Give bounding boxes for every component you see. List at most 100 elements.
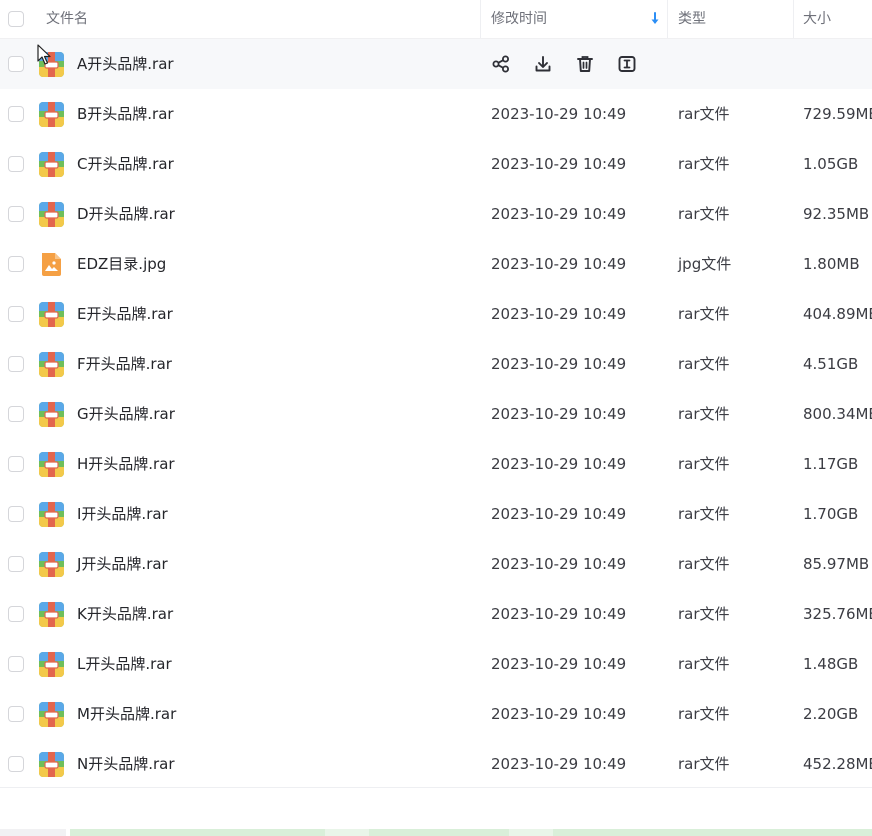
file-type: rar文件 <box>678 305 730 323</box>
file-name[interactable]: E开头品牌.rar <box>77 289 173 339</box>
row-checkbox[interactable] <box>8 406 24 422</box>
scrollbar-track[interactable] <box>509 829 553 836</box>
table-header: 文件名 修改时间 类型 大小 <box>0 0 872 39</box>
file-type: rar文件 <box>678 605 730 623</box>
file-name[interactable]: EDZ目录.jpg <box>77 239 166 289</box>
modified-date: 2023-10-29 10:49 <box>491 755 627 773</box>
row-checkbox[interactable] <box>8 106 24 122</box>
file-type: jpg文件 <box>678 255 732 273</box>
modified-date: 2023-10-29 10:49 <box>491 155 627 173</box>
rename-icon[interactable] <box>615 52 639 76</box>
file-row[interactable]: C开头品牌.rar 2023-10-29 10:49 rar文件 1.05GB <box>0 139 872 189</box>
archive-file-icon <box>39 152 64 177</box>
row-checkbox[interactable] <box>8 556 24 572</box>
file-name[interactable]: N开头品牌.rar <box>77 739 175 789</box>
row-checkbox[interactable] <box>8 156 24 172</box>
file-row[interactable]: F开头品牌.rar 2023-10-29 10:49 rar文件 4.51GB <box>0 339 872 389</box>
row-checkbox[interactable] <box>8 606 24 622</box>
file-size: 4.51GB <box>803 355 859 373</box>
file-row[interactable]: H开头品牌.rar 2023-10-29 10:49 rar文件 1.17GB <box>0 439 872 489</box>
column-header-date[interactable]: 修改时间 <box>491 0 547 38</box>
file-name[interactable]: I开头品牌.rar <box>77 489 168 539</box>
modified-date: 2023-10-29 10:49 <box>491 205 627 223</box>
archive-file-icon <box>39 102 64 127</box>
file-name[interactable]: B开头品牌.rar <box>77 89 174 139</box>
file-row[interactable]: D开头品牌.rar 2023-10-29 10:49 rar文件 92.35MB <box>0 189 872 239</box>
row-checkbox[interactable] <box>8 356 24 372</box>
file-type: rar文件 <box>678 205 730 223</box>
row-checkbox[interactable] <box>8 306 24 322</box>
modified-date: 2023-10-29 10:49 <box>491 305 627 323</box>
file-row[interactable]: N开头品牌.rar 2023-10-29 10:49 rar文件 452.28MB <box>0 739 872 789</box>
file-type: rar文件 <box>678 155 730 173</box>
modified-date: 2023-10-29 10:49 <box>491 455 627 473</box>
column-header-type[interactable]: 类型 <box>678 0 706 38</box>
mouse-cursor-icon <box>37 44 51 65</box>
file-type: rar文件 <box>678 705 730 723</box>
arrow-down-icon[interactable] <box>650 12 660 26</box>
modified-date: 2023-10-29 10:49 <box>491 355 627 373</box>
file-row[interactable]: A开头品牌.rar <box>0 39 872 89</box>
table-bottom-divider <box>0 787 872 788</box>
image-file-icon <box>39 252 64 277</box>
file-name[interactable]: C开头品牌.rar <box>77 139 174 189</box>
scrollbar-thumb[interactable] <box>553 829 872 836</box>
file-name[interactable]: H开头品牌.rar <box>77 439 175 489</box>
file-row[interactable]: J开头品牌.rar 2023-10-29 10:49 rar文件 85.97MB <box>0 539 872 589</box>
modified-date: 2023-10-29 10:49 <box>491 655 627 673</box>
row-checkbox[interactable] <box>8 206 24 222</box>
file-row[interactable]: M开头品牌.rar 2023-10-29 10:49 rar文件 2.20GB <box>0 689 872 739</box>
row-checkbox[interactable] <box>8 656 24 672</box>
archive-file-icon <box>39 602 64 627</box>
file-size: 1.70GB <box>803 505 859 523</box>
modified-date: 2023-10-29 10:49 <box>491 105 627 123</box>
column-divider[interactable] <box>667 0 668 38</box>
file-size: 452.28MB <box>803 755 872 773</box>
file-name[interactable]: M开头品牌.rar <box>77 689 176 739</box>
row-checkbox[interactable] <box>8 56 24 72</box>
file-name[interactable]: J开头品牌.rar <box>77 539 168 589</box>
file-row[interactable]: E开头品牌.rar 2023-10-29 10:49 rar文件 404.89MB <box>0 289 872 339</box>
file-size: 1.80MB <box>803 255 860 273</box>
share-icon[interactable] <box>489 52 513 76</box>
row-checkbox[interactable] <box>8 256 24 272</box>
file-name[interactable]: A开头品牌.rar <box>77 39 174 89</box>
file-name[interactable]: L开头品牌.rar <box>77 639 172 689</box>
row-actions <box>489 39 657 89</box>
modified-date: 2023-10-29 10:49 <box>491 505 627 523</box>
file-row[interactable]: G开头品牌.rar 2023-10-29 10:49 rar文件 800.34MB <box>0 389 872 439</box>
file-size: 2.20GB <box>803 705 859 723</box>
column-divider[interactable] <box>793 0 794 38</box>
row-checkbox[interactable] <box>8 506 24 522</box>
row-checkbox[interactable] <box>8 706 24 722</box>
column-header-size[interactable]: 大小 <box>803 0 831 38</box>
row-checkbox[interactable] <box>8 456 24 472</box>
file-size: 404.89MB <box>803 305 872 323</box>
scrollbar-thumb[interactable] <box>70 829 325 836</box>
archive-file-icon <box>39 552 64 577</box>
file-name[interactable]: G开头品牌.rar <box>77 389 175 439</box>
archive-file-icon <box>39 202 64 227</box>
file-name[interactable]: D开头品牌.rar <box>77 189 175 239</box>
modified-date: 2023-10-29 10:49 <box>491 555 627 573</box>
file-name[interactable]: F开头品牌.rar <box>77 339 172 389</box>
file-row[interactable]: I开头品牌.rar 2023-10-29 10:49 rar文件 1.70GB <box>0 489 872 539</box>
file-size: 92.35MB <box>803 205 870 223</box>
scrollbar-thumb[interactable] <box>369 829 509 836</box>
row-checkbox[interactable] <box>8 756 24 772</box>
scrollbar-track[interactable] <box>0 829 66 836</box>
column-divider[interactable] <box>480 0 481 38</box>
scrollbar-track[interactable] <box>325 829 369 836</box>
file-type: rar文件 <box>678 755 730 773</box>
column-header-name[interactable]: 文件名 <box>46 0 88 38</box>
archive-file-icon <box>39 302 64 327</box>
file-name[interactable]: K开头品牌.rar <box>77 589 173 639</box>
file-row[interactable]: EDZ目录.jpg 2023-10-29 10:49 jpg文件 1.80MB <box>0 239 872 289</box>
file-row[interactable]: K开头品牌.rar 2023-10-29 10:49 rar文件 325.76MB <box>0 589 872 639</box>
file-row[interactable]: B开头品牌.rar 2023-10-29 10:49 rar文件 729.59MB <box>0 89 872 139</box>
file-size: 1.05GB <box>803 155 859 173</box>
select-all-checkbox[interactable] <box>8 11 24 27</box>
file-row[interactable]: L开头品牌.rar 2023-10-29 10:49 rar文件 1.48GB <box>0 639 872 689</box>
download-icon[interactable] <box>531 52 555 76</box>
trash-icon[interactable] <box>573 52 597 76</box>
